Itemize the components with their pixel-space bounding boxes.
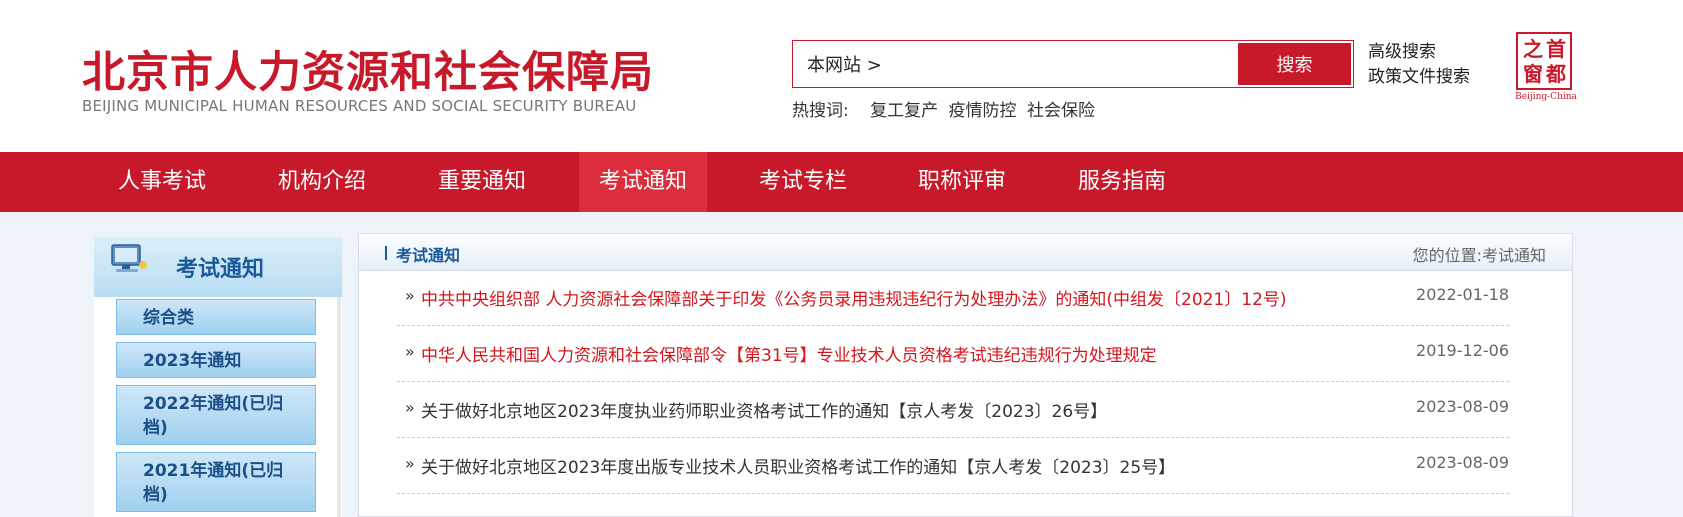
notice-panel-title: 考试通知 xyxy=(396,246,461,265)
double-chevron-icon: » xyxy=(405,286,415,305)
notice-row: » 中共中央组织部 人力资源社会保障部关于印发《公务员录用违规违纪行为处理办法》… xyxy=(397,270,1509,326)
hot-keywords-label: 热搜词: xyxy=(792,101,849,121)
sidebar-header: 考试通知 xyxy=(94,237,342,297)
notice-date: 2023-08-09 xyxy=(1416,453,1509,472)
site-subtitle: BEIJING MUNICIPAL HUMAN RESOURCES AND SO… xyxy=(82,97,637,115)
header-marker xyxy=(385,246,387,260)
seal-char: 窗 xyxy=(1523,62,1543,86)
sidebar-item-2022[interactable]: 2022年通知(已归档) xyxy=(116,385,316,445)
nav-item-title-review[interactable]: 职称评审 xyxy=(900,152,1024,212)
notice-link[interactable]: 关于做好北京地区2023年度出版专业技术人员职业资格考试工作的通知【京人考发〔2… xyxy=(421,453,1175,478)
search-button[interactable]: 搜索 xyxy=(1238,43,1351,85)
notice-link[interactable]: 中共中央组织部 人力资源社会保障部关于印发《公务员录用违规违纪行为处理办法》的通… xyxy=(421,285,1287,310)
site-header: 北京市人力资源和社会保障局 BEIJING MUNICIPAL HUMAN RE… xyxy=(0,0,1683,152)
double-chevron-icon: » xyxy=(405,342,415,361)
search-links: 高级搜索 政策文件搜索 xyxy=(1368,40,1470,90)
notice-row: » 关于做好北京地区2023年度出版专业技术人员职业资格考试工作的通知【京人考发… xyxy=(397,438,1509,494)
seal-char: 首 xyxy=(1546,37,1566,61)
nav-item-exam-column[interactable]: 考试专栏 xyxy=(741,152,865,212)
seal-en-text: Beijing-China xyxy=(1515,92,1577,102)
sidebar: 考试通知 综合类 2023年通知 2022年通知(已归档) 2021年通知(已归… xyxy=(94,237,342,517)
hot-keyword-link[interactable]: 复工复产 xyxy=(870,101,938,121)
seal-char: 都 xyxy=(1546,62,1566,86)
nav-item-about[interactable]: 机构介绍 xyxy=(260,152,384,212)
nav-item-important[interactable]: 重要通知 xyxy=(420,152,544,212)
main-nav: 人事考试 机构介绍 重要通知 考试通知 考试专栏 职称评审 服务指南 xyxy=(0,152,1683,212)
notice-panel-header: 考试通知 您的位置:考试通知 xyxy=(359,234,1572,271)
sidebar-title: 考试通知 xyxy=(176,257,265,282)
sidebar-item-2021[interactable]: 2021年通知(已归档) xyxy=(116,452,316,512)
notice-date: 2022-01-18 xyxy=(1416,285,1509,304)
nav-item-exams[interactable]: 人事考试 xyxy=(100,152,224,212)
double-chevron-icon: » xyxy=(405,398,415,417)
notice-row: » 关于做好北京地区2023年度执业药师职业资格考试工作的通知【京人考发〔202… xyxy=(397,382,1509,438)
policy-search-link[interactable]: 政策文件搜索 xyxy=(1368,65,1470,90)
search-input[interactable] xyxy=(807,41,1197,87)
notice-date: 2023-08-09 xyxy=(1416,397,1509,416)
hot-keyword-link[interactable]: 疫情防控 xyxy=(949,101,1017,121)
sidebar-item-2023[interactable]: 2023年通知 xyxy=(116,342,316,378)
notice-date: 2019-12-06 xyxy=(1416,341,1509,360)
seal-frame: 首 都 之 窗 xyxy=(1516,32,1572,90)
search-box: 搜索 xyxy=(792,40,1354,88)
notice-panel: 考试通知 您的位置:考试通知 » 中共中央组织部 人力资源社会保障部关于印发《公… xyxy=(358,233,1573,517)
sidebar-item-general[interactable]: 综合类 xyxy=(116,299,316,335)
capital-window-seal[interactable]: 首 都 之 窗 Beijing-China xyxy=(1512,32,1580,104)
breadcrumb: 您的位置:考试通知 xyxy=(1412,246,1546,265)
notice-link[interactable]: 关于做好北京地区2023年度执业药师职业资格考试工作的通知【京人考发〔2023〕… xyxy=(421,397,1107,422)
nav-item-exam-notices[interactable]: 考试通知 xyxy=(579,152,707,212)
site-title[interactable]: 北京市人力资源和社会保障局 xyxy=(82,38,654,100)
notice-row: » 中华人民共和国人力资源和社会保障部令【第31号】专业技术人员资格考试违纪违规… xyxy=(397,326,1509,382)
advanced-search-link[interactable]: 高级搜索 xyxy=(1368,40,1470,65)
seal-char: 之 xyxy=(1523,37,1543,61)
hot-keywords: 热搜词: 复工复产 疫情防控 社会保险 xyxy=(792,96,1100,121)
notice-link[interactable]: 中华人民共和国人力资源和社会保障部令【第31号】专业技术人员资格考试违纪违规行为… xyxy=(421,341,1157,366)
sidebar-scrollbar[interactable] xyxy=(337,297,341,517)
hot-keyword-link[interactable]: 社会保险 xyxy=(1027,101,1095,121)
computer-icon xyxy=(111,244,147,272)
double-chevron-icon: » xyxy=(405,454,415,473)
nav-item-service-guide[interactable]: 服务指南 xyxy=(1060,152,1184,212)
